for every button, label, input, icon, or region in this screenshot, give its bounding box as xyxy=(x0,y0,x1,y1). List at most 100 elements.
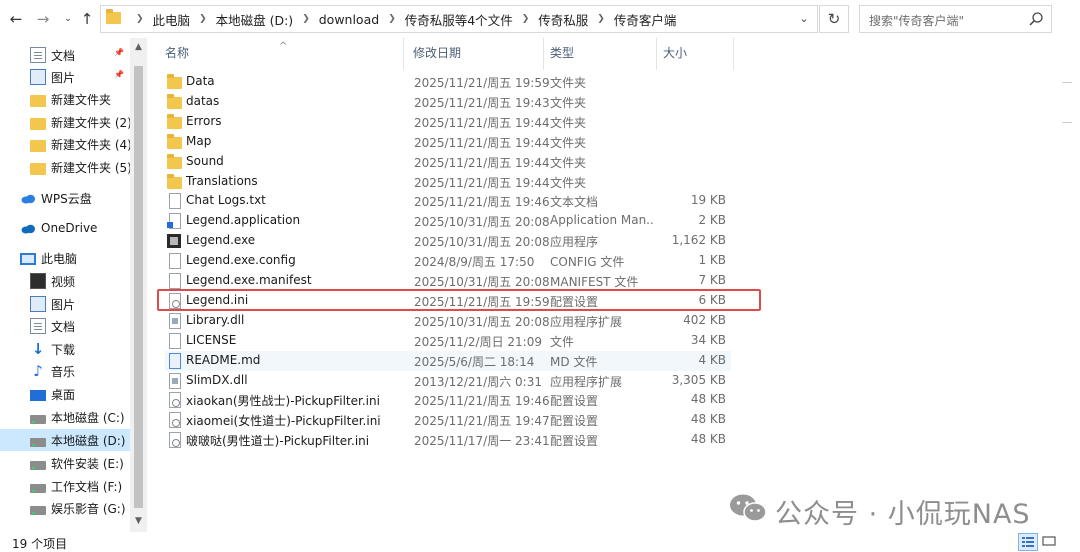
file-type: 文件夹 xyxy=(550,115,587,130)
file-row[interactable]: Map 2025/11/21/周五 19:44 文件夹 xyxy=(165,132,731,152)
file-row[interactable]: 啵啵哒(男性道士)-PickupFilter.ini 2025/11/17/周一 … xyxy=(165,430,731,450)
breadcrumb-chevron-icon[interactable]: ❯ xyxy=(136,14,144,24)
breadcrumb-item[interactable]: download xyxy=(319,12,379,27)
file-row[interactable]: Legend.application 2025/10/31/周五 20:08 App… xyxy=(165,211,731,231)
nav-item[interactable]: 图片 xyxy=(0,293,130,315)
file-type: 应用程序扩展 xyxy=(550,314,623,329)
file-row[interactable]: Legend.exe.manifest 2025/10/31/周五 20:08 MA… xyxy=(165,271,731,291)
breadcrumb-chevron-icon[interactable]: ❯ xyxy=(388,14,396,24)
nav-item[interactable]: 新建文件夹 (2) xyxy=(0,111,132,133)
refresh-icon: ↻ xyxy=(827,10,841,28)
nav-item[interactable]: 新建文件夹 xyxy=(0,88,130,110)
file-row[interactable]: Chat Logs.txt 2025/11/21/周五 19:46 文本文档 19 K… xyxy=(165,191,731,211)
file-row[interactable]: Errors 2025/11/21/周五 19:44 文件夹 xyxy=(165,112,731,132)
breadcrumb-item[interactable]: 传奇私服 xyxy=(538,10,588,29)
file-row[interactable]: README.md 2025/5/6/周二 18:14 MD 文件 4 KB xyxy=(165,350,731,371)
nav-item[interactable]: 视频 xyxy=(0,270,130,292)
nav-item[interactable]: 新建文件夹 (5) xyxy=(0,156,132,178)
file-name: LICENSE xyxy=(186,332,237,347)
refresh-button[interactable]: ↻ xyxy=(819,5,849,33)
scroll-up-icon[interactable]: ▲ xyxy=(132,42,145,52)
breadcrumb-chevron-icon[interactable]: ❯ xyxy=(199,14,207,24)
nav-item[interactable]: 图片 📌 xyxy=(0,66,130,88)
nav-item[interactable]: 此电脑 xyxy=(0,247,130,269)
nav-scrollbar-thumb[interactable] xyxy=(134,66,143,508)
breadcrumb-chevron-icon[interactable]: ❯ xyxy=(302,14,310,24)
drive-icon xyxy=(30,438,46,447)
nav-item[interactable]: 软件安装 (E:) xyxy=(0,452,130,474)
file-name: Errors xyxy=(186,113,222,128)
column-header-name[interactable]: ^ 名称 xyxy=(147,38,404,70)
nav-item[interactable]: WPS云盘 xyxy=(0,187,130,209)
up-arrow-icon[interactable]: ↑ xyxy=(77,9,97,29)
file-name: Chat Logs.txt xyxy=(186,193,266,208)
column-header-row: ^ 名称 修改日期 类型 大小 xyxy=(147,38,1080,70)
file-name: Library.dll xyxy=(186,312,245,327)
folder-icon xyxy=(30,94,46,107)
forward-arrow-icon[interactable]: → xyxy=(33,9,53,29)
breadcrumb-item[interactable]: 本地磁盘 (D:) xyxy=(216,10,294,29)
breadcrumb-item[interactable]: 传奇客户端 xyxy=(614,10,677,29)
nav-item[interactable]: 本地磁盘 (C:) xyxy=(0,406,130,428)
large-icons-view-button[interactable] xyxy=(1040,533,1060,551)
nav-item[interactable]: 文档 📌 xyxy=(0,44,130,66)
nav-item[interactable]: 娱乐影音 (G:) xyxy=(0,497,130,519)
breadcrumb-item[interactable]: 此电脑 xyxy=(153,10,191,29)
dll-icon xyxy=(169,372,181,389)
scroll-down-icon[interactable]: ▼ xyxy=(132,516,145,526)
file-date: 2024/8/9/周五 17:50 xyxy=(414,255,535,270)
file-type: 文件夹 xyxy=(550,155,587,170)
nav-item[interactable]: 新建文件夹 (4) xyxy=(0,133,132,155)
file-row[interactable]: LICENSE 2025/11/2/周日 21:09 文件 34 KB xyxy=(165,331,731,351)
file-row[interactable]: xiaomei(女性道士)-PickupFilter.ini 2025/11/21… xyxy=(165,410,731,430)
file-name: Translations xyxy=(186,173,258,188)
search-icon xyxy=(1029,12,1043,26)
nav-item[interactable]: OneDrive xyxy=(0,217,130,239)
file-type: MD 文件 xyxy=(550,354,598,369)
file-row[interactable]: SlimDX.dll 2013/12/21/周六 0:31 应用程序扩展 3,305 … xyxy=(165,371,731,391)
column-header-type[interactable]: 类型 xyxy=(544,38,657,70)
watermark-text: 公众号 · 小侃玩NAS xyxy=(775,499,1031,530)
back-arrow-icon[interactable]: ← xyxy=(6,9,26,29)
nav-item[interactable]: ↓ 下载 xyxy=(0,338,130,360)
file-row[interactable]: Legend.exe.config 2024/8/9/周五 17:50 CONFIG… xyxy=(165,251,731,271)
document-icon xyxy=(30,47,46,63)
file-size: 4 KB xyxy=(698,352,726,367)
breadcrumb-item[interactable]: 传奇私服等4个文件 xyxy=(405,10,513,29)
nav-scrollbar[interactable]: ▲ ▼ xyxy=(130,38,147,532)
nav-item[interactable]: 文档 xyxy=(0,315,130,337)
breadcrumb-chevron-icon[interactable]: ❯ xyxy=(522,14,530,24)
file-row[interactable]: Translations 2025/11/21/周五 19:44 文件夹 xyxy=(165,172,731,192)
file-name: datas xyxy=(186,93,220,108)
file-row[interactable]: Data 2025/11/21/周五 19:59 文件夹 xyxy=(165,72,731,92)
search-input[interactable]: 搜索"传奇客户端" xyxy=(859,5,1052,33)
nav-item[interactable]: 本地磁盘 (D:) xyxy=(0,429,130,451)
nav-item[interactable]: 工作文档 (F:) xyxy=(0,475,130,497)
file-icon xyxy=(169,193,181,210)
breadcrumb-chevron-icon[interactable]: ❯ xyxy=(597,14,605,24)
file-name: xiaomei(女性道士)-PickupFilter.ini xyxy=(186,414,381,429)
column-header-size[interactable]: 大小 xyxy=(657,38,734,70)
file-size: 1 KB xyxy=(698,253,726,268)
file-name: Legend.application xyxy=(186,213,301,228)
address-bar[interactable]: ❯ 此电脑 ❯ 本地磁盘 (D:) ❯ download ❯ 传奇私服等4个文件 ❯ 传奇私服 ❯ 传… xyxy=(100,5,818,33)
nav-item-label: 音乐 xyxy=(51,364,76,379)
column-header-date[interactable]: 修改日期 xyxy=(404,38,544,70)
onedrive-icon xyxy=(20,220,36,236)
file-date: 2025/11/21/周五 19:44 xyxy=(414,115,550,130)
nav-item[interactable]: 桌面 xyxy=(0,383,130,405)
folder-icon xyxy=(30,162,46,175)
file-name: Data xyxy=(186,74,215,88)
file-row[interactable]: Sound 2025/11/21/周五 19:44 文件夹 xyxy=(165,152,731,172)
file-type: Application Man... xyxy=(550,213,655,228)
file-name: Legend.exe xyxy=(186,233,256,248)
file-row[interactable]: datas 2025/11/21/周五 19:43 文件夹 xyxy=(165,92,731,112)
file-row[interactable]: Library.dll 2025/10/31/周五 20:08 应用程序扩展 402 … xyxy=(165,311,731,331)
nav-item[interactable]: ♪ 音乐 xyxy=(0,360,130,382)
details-view-button[interactable] xyxy=(1018,533,1038,551)
file-row[interactable]: Legend.exe 2025/10/31/周五 20:08 应用程序 1,162 K… xyxy=(165,231,731,251)
file-row[interactable]: xiaokan(男性战士)-PickupFilter.ini 2025/11/21… xyxy=(165,390,731,410)
recent-locations-chevron-icon[interactable]: ⌄ xyxy=(58,9,78,29)
nav-item-label: WPS云盘 xyxy=(41,191,92,206)
address-dropdown-icon[interactable]: ⌄ xyxy=(795,9,813,29)
